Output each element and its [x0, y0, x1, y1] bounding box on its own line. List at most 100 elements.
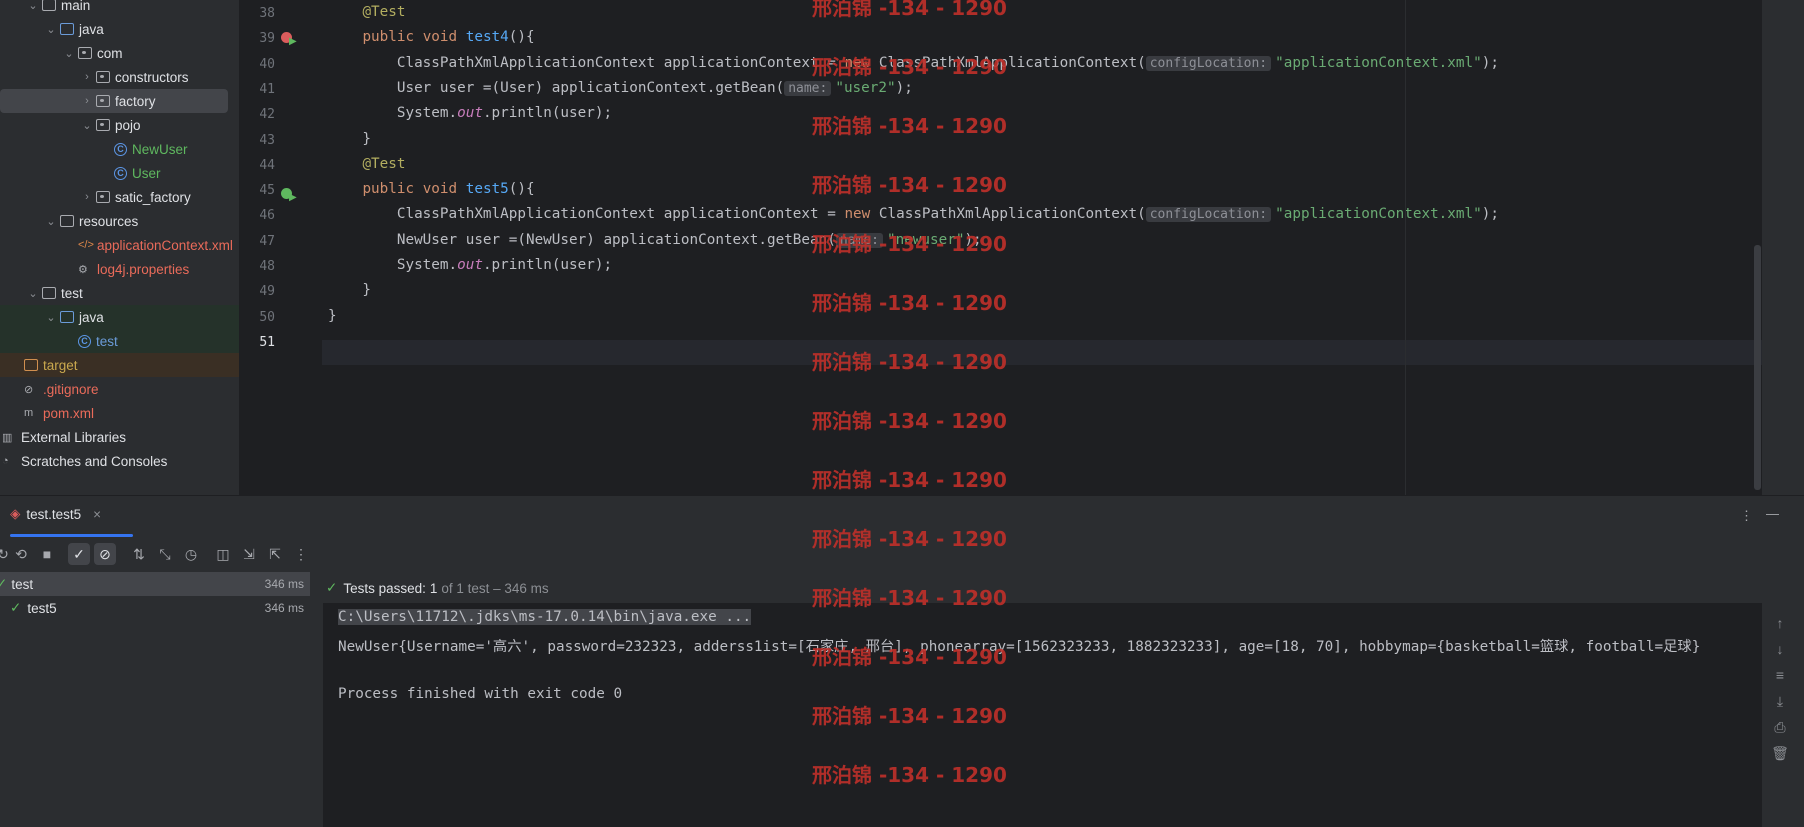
tab-label: test.test5	[26, 506, 82, 522]
tree-item-pojo[interactable]: ⌄ pojo	[0, 113, 239, 137]
clear-all-icon[interactable]: 🗑	[1766, 745, 1794, 762]
chevron-down-icon[interactable]: ⌄	[44, 215, 58, 228]
close-tab-icon[interactable]: ×	[93, 507, 101, 522]
pass-check-icon: ✓	[0, 576, 8, 591]
tree-item-test[interactable]: ⌄ test	[0, 281, 239, 305]
minimize-icon[interactable]: —	[1766, 506, 1779, 521]
line-number: 47	[259, 233, 275, 249]
tree-item-label: java	[79, 309, 104, 325]
chevron-right-icon[interactable]: ›	[80, 191, 94, 203]
line-number: 39	[259, 31, 275, 47]
tree-item--gitignore[interactable]: ⊘ .gitignore	[0, 377, 239, 401]
chevron-down-icon[interactable]: ⌄	[26, 287, 40, 300]
chevron-down-icon[interactable]: ⌄	[26, 0, 40, 12]
tab-run-config[interactable]: ◈ test.test5 ×	[10, 506, 101, 522]
maven-icon: m	[24, 407, 34, 419]
tree-item-label: applicationContext.xml	[97, 237, 233, 253]
code-editor[interactable]: @Test public void test4(){ ClassPathXmlA…	[322, 0, 1762, 495]
tree-item-factory[interactable]: › factory	[0, 89, 228, 113]
tree-item-java[interactable]: ⌄ java	[0, 17, 239, 41]
line-number: 42	[259, 107, 275, 123]
chevron-down-icon[interactable]: ⌄	[44, 23, 58, 36]
tree-item-scratches-and-consoles[interactable]: ◔ Scratches and Consoles	[0, 449, 239, 473]
collapse-icon[interactable]: ⤡	[154, 543, 176, 565]
tree-item-satic-factory[interactable]: › satic_factory	[0, 185, 239, 209]
tree-item-pom-xml[interactable]: m pom.xml	[0, 401, 239, 425]
line-number: 50	[259, 309, 275, 325]
parameter-hint: configLocation:	[1145, 55, 1272, 71]
code-line: }	[328, 130, 372, 147]
scroll-to-end-icon[interactable]: ⤓	[1766, 693, 1794, 710]
tree-item-label: com	[97, 45, 123, 61]
tree-item-java[interactable]: ⌄ java	[0, 305, 239, 329]
tree-item-constructors[interactable]: › constructors	[0, 65, 239, 89]
tree-item-com[interactable]: ⌄ com	[0, 41, 239, 65]
tree-item-label: NewUser	[132, 141, 188, 157]
class-icon: C	[78, 334, 91, 348]
chevron-down-icon[interactable]: ⌄	[62, 47, 76, 60]
camera-icon[interactable]: ◫	[212, 543, 234, 565]
test-name: test	[11, 576, 34, 592]
tree-item-log4j-properties[interactable]: ⚙ log4j.properties	[0, 257, 239, 281]
tree-item-label: pojo	[115, 117, 141, 133]
editor-gutter: ▶ ▶ 38 39 40 41 42 43 44 45 46 47 48 49 50 51	[239, 0, 323, 495]
console-line: Process finished with exit code 0	[338, 685, 623, 702]
tree-item-label: External Libraries	[21, 429, 127, 445]
tree-item-newuser[interactable]: C NewUser	[0, 137, 239, 161]
tree-item-label: .gitignore	[43, 381, 99, 397]
pass-check-icon: ✓	[10, 600, 22, 615]
editor-scrollbar[interactable]	[1754, 245, 1761, 490]
soft-wrap-icon[interactable]: ≡	[1766, 667, 1794, 683]
scroll-down-icon[interactable]: ↓	[1766, 641, 1794, 657]
tree-item-external-libraries[interactable]: ▥ External Libraries	[0, 425, 239, 449]
print-icon[interactable]: ⎙	[1766, 719, 1794, 736]
line-number: 46	[259, 208, 275, 224]
run-test-icon[interactable]: ▶	[289, 192, 297, 203]
chevron-down-icon[interactable]: ⌄	[44, 311, 58, 324]
line-number: 43	[259, 132, 275, 148]
sort-icon[interactable]: ⇅	[128, 543, 150, 565]
scroll-up-icon[interactable]: ↑	[1766, 615, 1794, 631]
show-passed-toggle-icon[interactable]: ✓	[68, 543, 90, 565]
stop-icon[interactable]: ■	[36, 543, 58, 565]
tree-item-label: pom.xml	[43, 405, 95, 421]
more-options-icon[interactable]: ⋮	[1740, 508, 1753, 524]
show-ignored-toggle-icon[interactable]: ⊘	[94, 543, 116, 565]
tree-item-label: satic_factory	[115, 189, 191, 205]
tree-item-resources[interactable]: ⌄ resources	[0, 209, 239, 233]
tree-item-applicationcontext-xml[interactable]: </> applicationContext.xml	[0, 233, 239, 257]
folder-icon	[24, 359, 38, 371]
tree-item-label: factory	[115, 93, 156, 109]
console-output[interactable]: C:\Users\11712\.jdks\ms-17.0.14\bin\java…	[323, 573, 1762, 827]
folder-icon	[60, 311, 74, 323]
chevron-down-icon[interactable]: ⌄	[80, 119, 94, 132]
chevron-right-icon[interactable]: ›	[80, 95, 94, 107]
run-test-icon[interactable]: ▶	[289, 36, 297, 47]
rerun-failed-icon[interactable]: ⟲	[10, 543, 32, 565]
code-line: System.out.println(user);	[328, 257, 613, 273]
package-icon	[96, 71, 110, 83]
status-text: Tests passed:	[343, 580, 426, 596]
tree-item-label: resources	[79, 213, 139, 229]
current-line-highlight	[322, 340, 1762, 365]
tree-item-test[interactable]: Ctest	[0, 329, 239, 353]
class-icon: C	[114, 142, 127, 156]
class-icon: C	[114, 166, 127, 180]
active-tab-indicator	[10, 534, 133, 537]
parameter-hint: configLocation:	[1145, 207, 1272, 223]
more-toolbar-icon[interactable]: ⋮	[290, 543, 312, 565]
tree-item-label: Scratches and Consoles	[21, 453, 168, 469]
history-icon[interactable]: ◷	[180, 543, 202, 565]
tree-item-user[interactable]: C User	[0, 161, 239, 185]
export-icon[interactable]: ⇱	[264, 543, 286, 565]
test-result-row[interactable]: ✓ test5 346 ms	[0, 596, 310, 620]
import-icon[interactable]: ⇲	[238, 543, 260, 565]
chevron-right-icon[interactable]: ›	[80, 71, 94, 83]
tree-item-target[interactable]: target	[0, 353, 239, 377]
tree-item-label: log4j.properties	[97, 261, 190, 277]
test-result-row[interactable]: ✓ test 346 ms	[0, 572, 310, 596]
code-line: ClassPathXmlApplicationContext applicati…	[328, 206, 1499, 223]
tree-item-main[interactable]: ⌄ main	[0, 0, 239, 17]
xml-icon: </>	[78, 239, 94, 251]
line-number: 40	[259, 56, 275, 72]
